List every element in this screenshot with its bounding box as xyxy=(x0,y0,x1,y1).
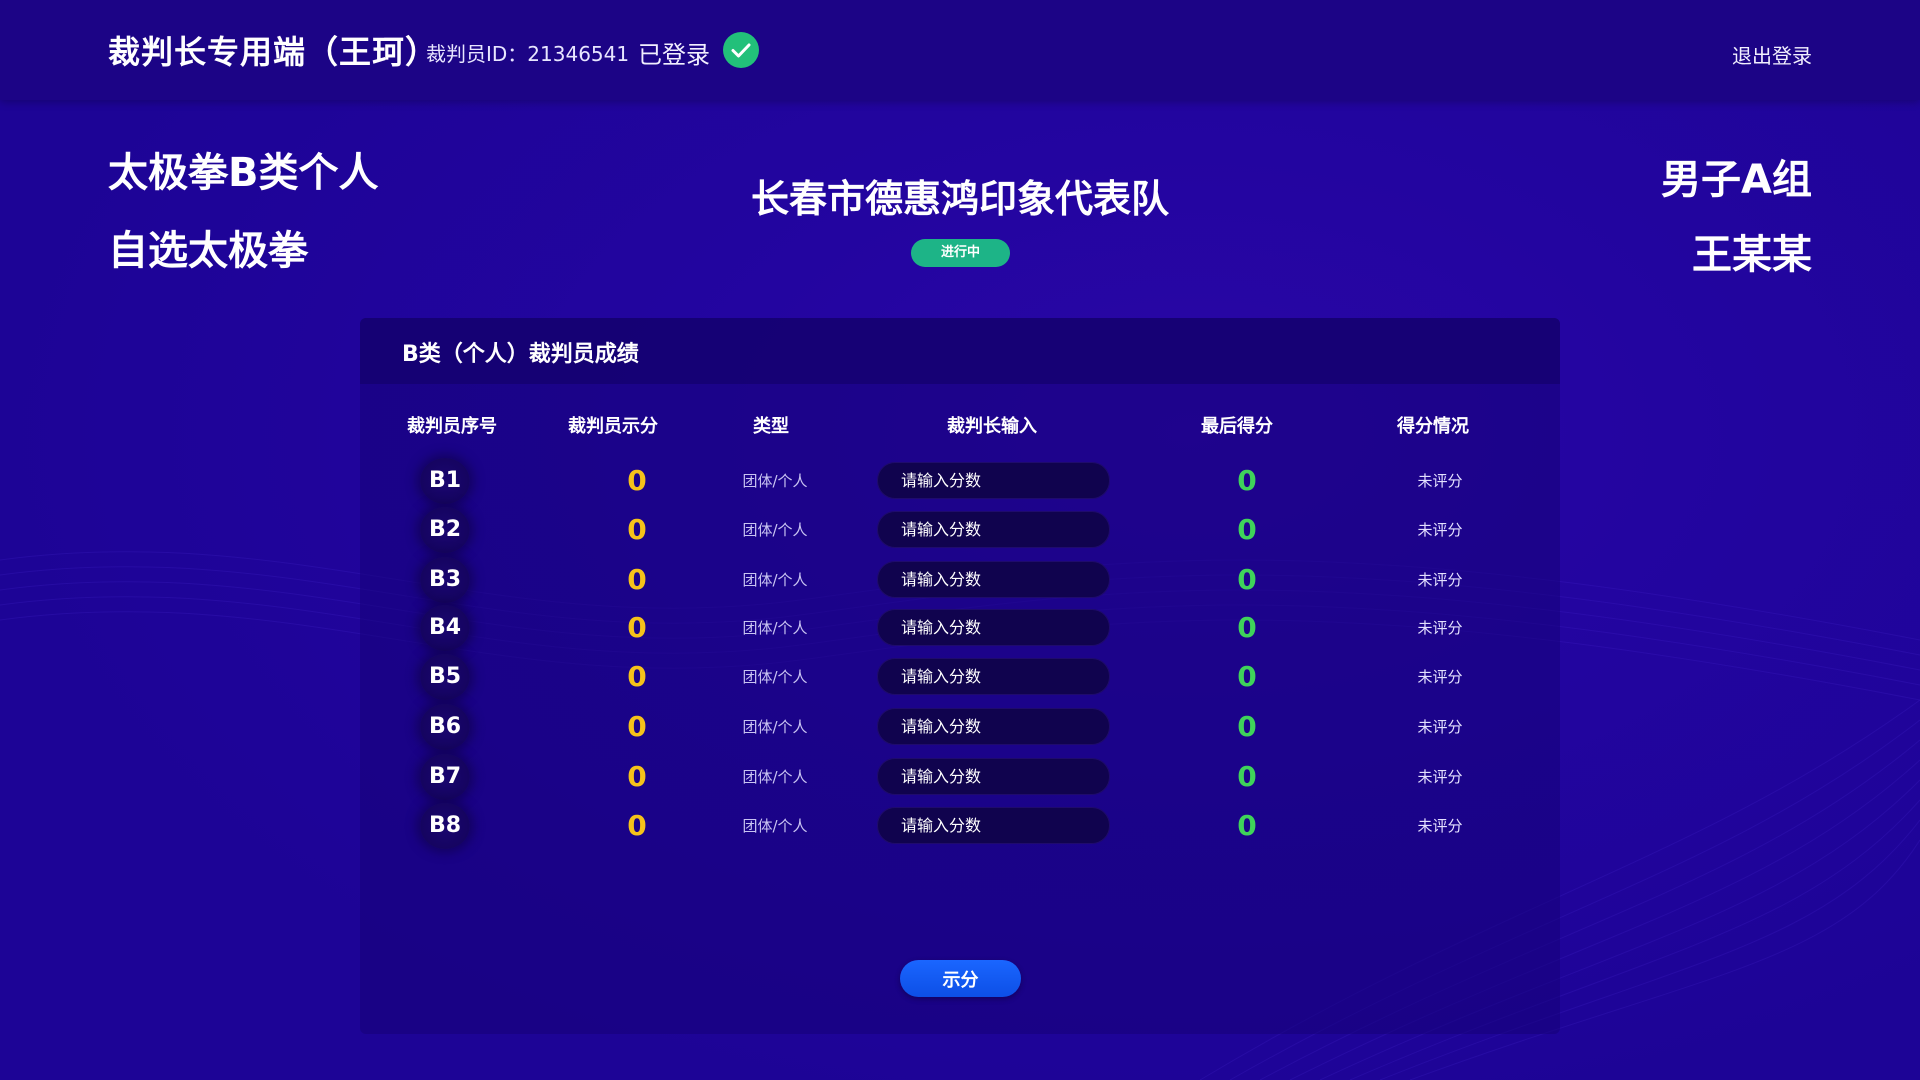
score-status: 未评分 xyxy=(1417,718,1463,736)
score-panel: B类（个人）裁判员成绩 裁判员序号 裁判员示分 类型 裁判长输入 最后得分 得分… xyxy=(360,318,1560,1034)
event-subtitle: 自选太极拳 xyxy=(108,228,308,274)
judge-seq: B7 xyxy=(420,754,470,800)
judge-seq: B5 xyxy=(420,654,470,700)
show-score-button[interactable]: 示分 xyxy=(900,960,1021,997)
type-label: 团体/个人 xyxy=(742,472,808,490)
chief-score-input[interactable] xyxy=(877,609,1110,646)
judge-score: 0 xyxy=(627,710,647,743)
judge-seq: B4 xyxy=(420,605,470,651)
team-name: 长春市德惠鸿印象代表队 xyxy=(750,177,1169,221)
judge-seq: B8 xyxy=(420,803,470,849)
judge-seq: B3 xyxy=(420,557,470,603)
table-row: B8 0 团体/个人 0 未评分 xyxy=(360,801,1560,851)
score-status: 未评分 xyxy=(1417,768,1463,786)
table-row: B7 0 团体/个人 0 未评分 xyxy=(360,752,1560,802)
chief-score-input[interactable] xyxy=(877,807,1110,844)
column-header-score-status: 得分情况 xyxy=(1397,416,1469,437)
login-status: 已登录 xyxy=(638,41,710,69)
final-score: 0 xyxy=(1237,464,1257,497)
type-label: 团体/个人 xyxy=(742,817,808,835)
judge-score: 0 xyxy=(627,611,647,644)
column-header-judge-score: 裁判员示分 xyxy=(568,416,658,437)
score-status: 未评分 xyxy=(1417,668,1463,686)
table-row: B4 0 团体/个人 0 未评分 xyxy=(360,603,1560,653)
chief-score-input[interactable] xyxy=(877,511,1110,548)
type-label: 团体/个人 xyxy=(742,571,808,589)
column-header-chief-input: 裁判长输入 xyxy=(947,416,1037,437)
judge-score: 0 xyxy=(627,660,647,693)
judge-seq: B6 xyxy=(420,704,470,750)
type-label: 团体/个人 xyxy=(742,619,808,637)
judge-seq: B2 xyxy=(420,507,470,553)
column-header-type: 类型 xyxy=(753,416,789,437)
score-status: 未评分 xyxy=(1417,521,1463,539)
panel-title: B类（个人）裁判员成绩 xyxy=(402,342,639,367)
final-score: 0 xyxy=(1237,611,1257,644)
table-row: B2 0 团体/个人 0 未评分 xyxy=(360,505,1560,555)
type-label: 团体/个人 xyxy=(742,521,808,539)
chief-score-input[interactable] xyxy=(877,561,1110,598)
score-status: 未评分 xyxy=(1417,472,1463,490)
judge-seq: B1 xyxy=(420,458,470,504)
table-row: B1 0 团体/个人 0 未评分 xyxy=(360,456,1560,506)
judge-score: 0 xyxy=(627,464,647,497)
judge-score: 0 xyxy=(627,513,647,546)
final-score: 0 xyxy=(1237,710,1257,743)
judge-id: 裁判员ID：21346541 xyxy=(426,42,630,66)
chief-score-input[interactable] xyxy=(877,758,1110,795)
table-row: B6 0 团体/个人 0 未评分 xyxy=(360,702,1560,752)
event-title: 太极拳B类个人 xyxy=(108,150,379,196)
chief-score-input[interactable] xyxy=(877,658,1110,695)
status-badge: 进行中 xyxy=(911,239,1010,267)
final-score: 0 xyxy=(1237,563,1257,596)
score-status: 未评分 xyxy=(1417,619,1463,637)
top-header: 裁判长专用端（王珂） 裁判员ID：21346541 已登录 退出登录 xyxy=(0,0,1920,100)
header-title: 裁判长专用端（王珂） xyxy=(108,33,439,71)
final-score: 0 xyxy=(1237,660,1257,693)
table-row: B5 0 团体/个人 0 未评分 xyxy=(360,652,1560,702)
column-header-seq: 裁判员序号 xyxy=(407,416,497,437)
column-header-final-score: 最后得分 xyxy=(1201,416,1273,437)
score-status: 未评分 xyxy=(1417,571,1463,589)
group-name: 男子A组 xyxy=(1661,157,1812,203)
type-label: 团体/个人 xyxy=(742,768,808,786)
athlete-name: 王某某 xyxy=(1692,232,1812,278)
type-label: 团体/个人 xyxy=(742,668,808,686)
final-score: 0 xyxy=(1237,513,1257,546)
judge-score: 0 xyxy=(627,563,647,596)
table-row: B3 0 团体/个人 0 未评分 xyxy=(360,555,1560,605)
score-status: 未评分 xyxy=(1417,817,1463,835)
final-score: 0 xyxy=(1237,760,1257,793)
final-score: 0 xyxy=(1237,809,1257,842)
logout-button[interactable]: 退出登录 xyxy=(1732,40,1812,69)
chief-score-input[interactable] xyxy=(877,462,1110,499)
panel-header: B类（个人）裁判员成绩 xyxy=(360,318,1560,384)
judge-score: 0 xyxy=(627,760,647,793)
chief-score-input[interactable] xyxy=(877,708,1110,745)
judge-score: 0 xyxy=(627,809,647,842)
check-circle-icon xyxy=(723,32,759,68)
type-label: 团体/个人 xyxy=(742,718,808,736)
